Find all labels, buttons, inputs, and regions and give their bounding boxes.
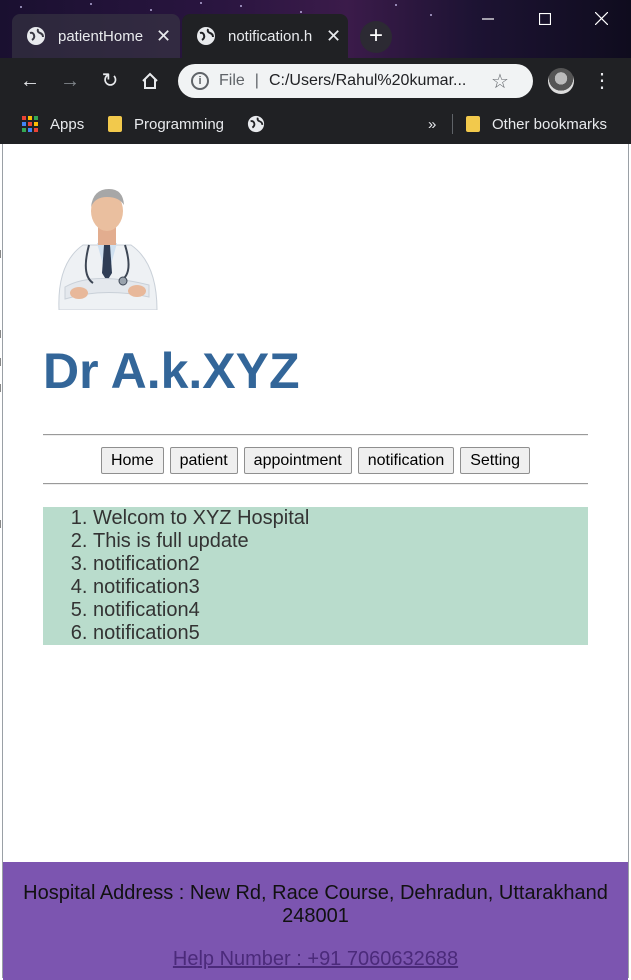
globe-icon: [27, 27, 45, 45]
bookmark-programming[interactable]: Programming: [108, 113, 224, 135]
forward-button[interactable]: →: [55, 66, 85, 96]
folder-icon: [466, 116, 480, 132]
edge-mark: [0, 358, 3, 366]
close-icon: [595, 12, 608, 25]
setting-button[interactable]: Setting: [460, 447, 531, 474]
window-close-button[interactable]: [573, 0, 630, 37]
reload-button[interactable]: ↻: [95, 66, 125, 96]
page-title: Dr A.k.XYZ: [43, 343, 300, 399]
profile-avatar[interactable]: [548, 68, 574, 94]
list-item: notification5: [93, 622, 588, 645]
chevron-double-right-icon: »: [428, 115, 437, 133]
new-tab-button[interactable]: +: [360, 21, 392, 53]
globe-icon: [247, 115, 265, 133]
home-icon: [142, 72, 158, 89]
back-arrow-icon: ←: [20, 70, 40, 92]
bookmark-label: Apps: [50, 115, 85, 133]
tab-patient-home[interactable]: patientHome ✕: [12, 14, 180, 58]
edge-mark: [0, 520, 3, 528]
edge-mark: [0, 250, 3, 258]
forward-arrow-icon: →: [60, 70, 80, 92]
tab-title: patientHome: [58, 27, 144, 45]
list-item: notification3: [93, 576, 588, 599]
bookmark-other[interactable]: Other bookmarks: [466, 113, 607, 135]
edge-mark: [0, 330, 3, 338]
appointment-button[interactable]: appointment: [243, 447, 352, 474]
maximize-button[interactable]: [516, 0, 573, 37]
bookmark-apps[interactable]: Apps: [22, 113, 84, 135]
bookmarks-overflow-button[interactable]: »: [428, 113, 436, 135]
bookmark-label: Other bookmarks: [492, 115, 608, 133]
folder-icon: [108, 116, 122, 132]
notification-list: Welcom to XYZ Hospital This is full upda…: [43, 507, 588, 645]
edge-mark: [0, 384, 3, 392]
url-separator: |: [254, 72, 259, 89]
close-icon[interactable]: ✕: [156, 26, 171, 47]
footer: Hospital Address : New Rd, Race Course, …: [3, 862, 628, 980]
close-icon[interactable]: ✕: [326, 26, 341, 47]
doctor-image: [58, 189, 158, 310]
bookmark-star-icon[interactable]: ☆: [491, 69, 509, 94]
tab-notification[interactable]: notification.h ✕: [182, 14, 348, 58]
patient-button[interactable]: patient: [169, 447, 238, 474]
apps-grid-icon: [22, 116, 38, 132]
menu-kebab-icon[interactable]: ⋮: [592, 68, 612, 94]
back-button[interactable]: ←: [15, 66, 45, 96]
divider: [452, 114, 453, 134]
list-item: notification2: [93, 553, 588, 576]
minimize-button[interactable]: [459, 0, 516, 37]
window-titlebar: patientHome ✕ notification.h ✕ +: [0, 0, 631, 58]
globe-icon: [197, 27, 215, 45]
reload-icon: ↻: [101, 70, 119, 92]
home-button[interactable]: Home: [100, 447, 164, 474]
bookmarks-bar: Apps Programming » Other bookmarks: [0, 104, 631, 144]
maximize-icon: [538, 12, 551, 25]
hospital-address: Hospital Address : New Rd, Race Course, …: [23, 882, 608, 927]
list-item: This is full update: [93, 530, 588, 553]
address-bar[interactable]: i File | C:/Users/Rahul%20kumar... ☆: [178, 64, 533, 98]
info-icon[interactable]: i: [191, 72, 209, 90]
url-text[interactable]: C:/Users/Rahul%20kumar...: [269, 72, 479, 90]
home-button[interactable]: [135, 66, 165, 96]
list-item: Welcom to XYZ Hospital: [93, 507, 588, 530]
bookmark-label: Programming: [134, 115, 225, 133]
divider: [43, 434, 588, 436]
list-item: notification4: [93, 599, 588, 622]
notification-ordered-list: Welcom to XYZ Hospital This is full upda…: [43, 507, 588, 645]
minimize-icon: [481, 17, 494, 20]
url-scheme: File: [219, 72, 245, 89]
help-number-link[interactable]: Help Number : +91 7060632688: [173, 948, 458, 971]
tab-title: notification.h: [228, 27, 313, 45]
bookmark-globe[interactable]: [247, 113, 265, 135]
notification-button[interactable]: notification: [357, 447, 455, 474]
main-menu: Home patient appointment notification Se…: [43, 447, 588, 474]
divider: [43, 483, 588, 485]
